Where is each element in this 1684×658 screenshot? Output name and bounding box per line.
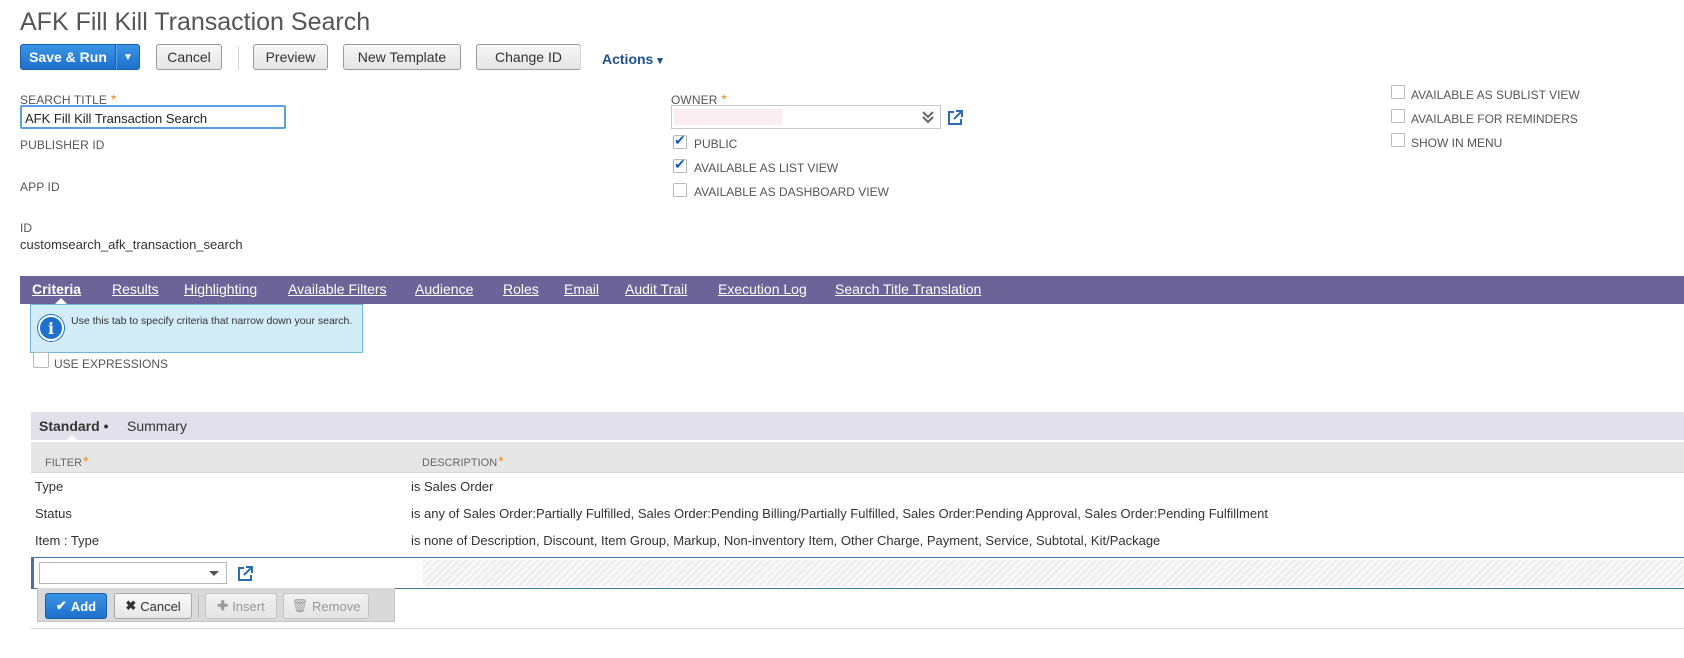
toolbar-divider xyxy=(580,46,581,70)
tab-search-title-translation[interactable]: Search Title Translation xyxy=(835,281,981,297)
id-value: customsearch_afk_transaction_search xyxy=(20,237,243,252)
save-options-dropdown-button[interactable]: ▼ xyxy=(116,44,140,70)
add-label: Add xyxy=(70,598,97,614)
criteria-subtab-bar: Standard • Summary xyxy=(31,412,1684,440)
dashboard-view-checkbox[interactable] xyxy=(673,183,687,197)
main-tab-bar: Criteria Results Highlighting Available … xyxy=(20,276,1684,304)
new-template-button[interactable]: New Template xyxy=(343,44,461,70)
description-cell: is Sales Order xyxy=(411,479,494,494)
filter-column-header: FILTER* xyxy=(45,453,89,469)
chevron-down-icon xyxy=(209,571,219,576)
plus-icon: ✚ xyxy=(217,598,229,613)
action-divider xyxy=(198,594,199,618)
tab-results[interactable]: Results xyxy=(112,281,159,297)
close-icon: ✖ xyxy=(125,598,137,613)
filter-cell: Status xyxy=(35,506,72,521)
table-row[interactable]: Type is Sales Order xyxy=(31,473,1684,501)
row-cancel-button[interactable]: ✖ Cancel xyxy=(114,593,192,619)
insert-label: Insert xyxy=(232,598,265,614)
section-divider xyxy=(31,628,1684,629)
actions-menu[interactable]: Actions ▾ xyxy=(602,51,663,67)
double-chevron-down-icon xyxy=(922,111,934,124)
tab-criteria[interactable]: Criteria xyxy=(32,281,81,297)
tab-available-filters[interactable]: Available Filters xyxy=(288,281,387,297)
criteria-table-header: FILTER* DESCRIPTION* xyxy=(31,442,1684,473)
add-button[interactable]: ✔ Add xyxy=(45,593,107,619)
actions-label: Actions xyxy=(602,51,654,67)
dashboard-view-label: AVAILABLE AS DASHBOARD VIEW xyxy=(694,185,889,199)
description-column-header: DESCRIPTION* xyxy=(422,453,504,469)
description-cell: is any of Sales Order:Partially Fulfille… xyxy=(411,506,1268,521)
info-box: i Use this tab to specify criteria that … xyxy=(30,304,363,353)
app-id-label: APP ID xyxy=(20,180,60,194)
insert-button[interactable]: ✚ Insert xyxy=(205,593,277,619)
cancel-label: Cancel xyxy=(140,598,181,614)
open-link-icon[interactable] xyxy=(947,109,964,126)
list-view-checkbox[interactable] xyxy=(673,156,687,173)
reminders-label: AVAILABLE FOR REMINDERS xyxy=(1411,112,1578,126)
checkmark-icon: ✔ xyxy=(55,598,67,613)
page-title: AFK Fill Kill Transaction Search xyxy=(20,8,371,36)
tab-audience[interactable]: Audience xyxy=(415,281,473,297)
subtab-summary[interactable]: Summary xyxy=(127,418,187,434)
tab-audit-trail[interactable]: Audit Trail xyxy=(625,281,687,297)
active-subtab-pointer xyxy=(67,435,77,440)
show-in-menu-checkbox[interactable] xyxy=(1391,133,1405,147)
tab-email[interactable]: Email xyxy=(564,281,599,297)
show-in-menu-label: SHOW IN MENU xyxy=(1411,136,1503,150)
filter-cell: Type xyxy=(35,479,64,494)
change-id-button[interactable]: Change ID xyxy=(476,44,581,70)
remove-label: Remove xyxy=(312,598,361,614)
open-link-icon[interactable] xyxy=(237,565,254,582)
use-expressions-checkbox[interactable] xyxy=(33,352,49,368)
use-expressions-label: USE EXPRESSIONS xyxy=(54,357,169,371)
preview-button[interactable]: Preview xyxy=(253,44,328,70)
filter-select[interactable] xyxy=(39,562,227,584)
cancel-button[interactable]: Cancel xyxy=(156,44,222,70)
search-title-input[interactable]: AFK Fill Kill Transaction Search xyxy=(20,105,286,129)
description-cell: is none of Description, Discount, Item G… xyxy=(411,533,1161,548)
owner-select[interactable] xyxy=(671,105,941,129)
table-row[interactable]: Status is any of Sales Order:Partially F… xyxy=(31,500,1684,528)
sublist-view-label: AVAILABLE AS SUBLIST VIEW xyxy=(1411,88,1580,102)
info-text: Use this tab to specify criteria that na… xyxy=(71,315,353,327)
id-label: ID xyxy=(20,221,33,235)
toolbar-divider xyxy=(238,46,239,70)
publisher-id-label: PUBLISHER ID xyxy=(20,138,105,152)
info-icon: i xyxy=(38,315,64,341)
row-action-bar: ✔ Add ✖ Cancel ✚ Insert 🗑 Remove xyxy=(37,588,395,622)
caret-down-icon: ▾ xyxy=(657,55,663,67)
table-row[interactable]: Item : Type is none of Description, Disc… xyxy=(31,527,1684,554)
public-label: PUBLIC xyxy=(694,137,738,151)
subtab-standard[interactable]: Standard • xyxy=(39,418,108,434)
sublist-view-checkbox[interactable] xyxy=(1391,85,1405,99)
edit-row-marker xyxy=(31,558,34,588)
filter-cell: Item : Type xyxy=(35,533,100,548)
list-view-label: AVAILABLE AS LIST VIEW xyxy=(694,161,839,175)
save-and-run-button[interactable]: Save & Run xyxy=(20,44,116,70)
description-cell-disabled xyxy=(423,560,1684,586)
tab-roles[interactable]: Roles xyxy=(503,281,539,297)
tab-execution-log[interactable]: Execution Log xyxy=(718,281,807,297)
tab-highlighting[interactable]: Highlighting xyxy=(184,281,257,297)
owner-value xyxy=(674,109,782,125)
new-criteria-row xyxy=(31,557,1684,589)
remove-button[interactable]: 🗑 Remove xyxy=(283,593,369,619)
trash-icon: 🗑 xyxy=(291,598,309,613)
public-checkbox[interactable] xyxy=(673,132,687,149)
reminders-checkbox[interactable] xyxy=(1391,109,1405,123)
chevron-down-icon: ▼ xyxy=(123,51,133,63)
